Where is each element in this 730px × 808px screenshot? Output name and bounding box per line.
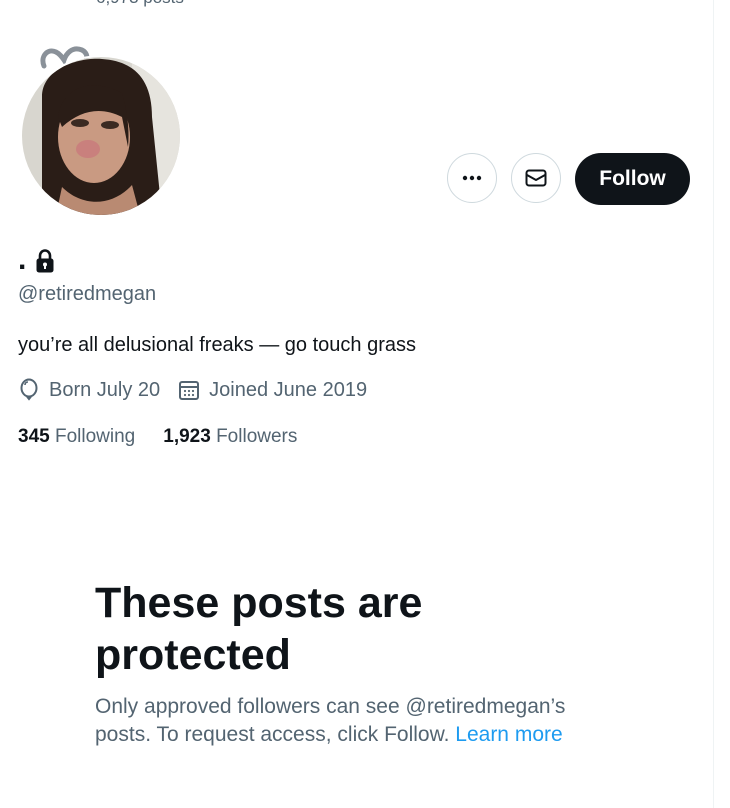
avatar-photo [22, 57, 180, 215]
follow-stats: 345 Following 1,923 Followers [18, 426, 297, 448]
followers-link[interactable]: 1,923 Followers [163, 426, 297, 448]
profile-bio: you’re all delusional freaks — go touch … [18, 334, 416, 356]
follow-button[interactable]: Follow [575, 153, 690, 205]
calendar-icon [179, 381, 200, 400]
posts-count: 6,973 posts [96, 0, 184, 8]
more-horizontal-icon [462, 175, 482, 181]
followers-label: Followers [216, 426, 298, 447]
profile-meta: Born July 20 Joined June 2019 [18, 378, 385, 402]
envelope-icon [525, 169, 547, 187]
learn-more-link[interactable]: Learn more [455, 723, 562, 746]
display-name: . [18, 243, 27, 276]
message-button[interactable] [511, 153, 561, 203]
column-divider [713, 0, 714, 808]
name-row: . [18, 240, 56, 276]
following-link[interactable]: 345 Following [18, 426, 135, 448]
profile-handle: @retiredmegan [18, 283, 157, 305]
protected-title: These posts are protected [95, 579, 423, 679]
following-count: 345 [18, 426, 50, 447]
birthday-item: Born July 20 [18, 378, 160, 402]
joined-item: Joined June 2019 [178, 379, 367, 402]
avatar[interactable] [20, 55, 182, 217]
lock-icon [36, 249, 54, 273]
more-options-button[interactable] [447, 153, 497, 203]
balloon-icon [20, 378, 38, 401]
following-label: Following [54, 426, 136, 447]
joined-text: Joined June 2019 [209, 378, 368, 401]
birthday-text: Born July 20 [49, 378, 161, 401]
protected-description: Only approved followers can see @retired… [95, 693, 615, 749]
followers-count: 1,923 [163, 426, 211, 447]
